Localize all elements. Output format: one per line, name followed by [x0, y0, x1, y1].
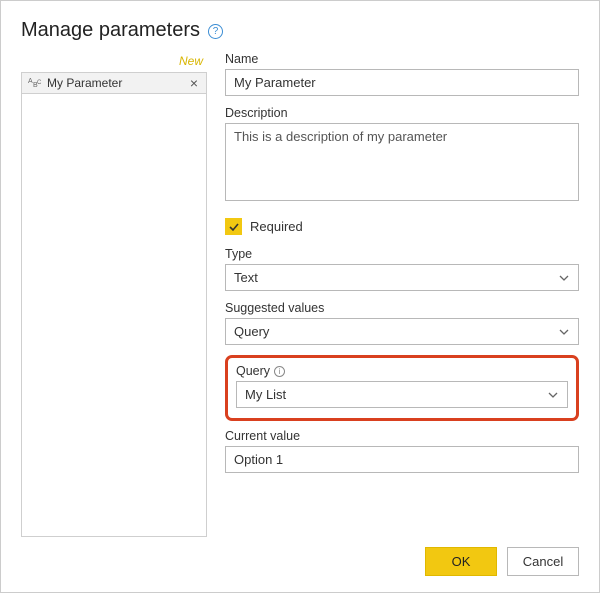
svg-text:C: C — [37, 80, 42, 86]
type-select-value: Text — [234, 270, 258, 285]
dialog-footer: OK Cancel — [21, 547, 579, 576]
required-label: Required — [250, 219, 303, 234]
checkmark-icon — [228, 221, 240, 233]
dialog-title: Manage parameters — [21, 19, 200, 42]
required-checkbox[interactable] — [225, 218, 242, 235]
name-input[interactable] — [225, 69, 579, 96]
parameter-type-icon: A B C — [28, 76, 42, 90]
type-label: Type — [225, 247, 579, 261]
query-label: Query i — [236, 364, 568, 378]
query-highlight: Query i My List — [225, 355, 579, 421]
dialog-header: Manage parameters ? — [21, 19, 579, 42]
parameter-list-item[interactable]: A B C My Parameter × — [22, 72, 206, 94]
new-parameter-link[interactable]: New — [21, 52, 207, 72]
description-label: Description — [225, 106, 579, 120]
query-select-value: My List — [245, 387, 286, 402]
info-icon[interactable]: i — [274, 366, 285, 377]
description-input[interactable]: This is a description of my parameter — [225, 123, 579, 201]
chevron-down-icon — [558, 272, 570, 284]
description-field: Description This is a description of my … — [225, 106, 579, 204]
chevron-down-icon — [558, 326, 570, 338]
suggested-values-select[interactable]: Query — [225, 318, 579, 345]
type-select[interactable]: Text — [225, 264, 579, 291]
current-value-label: Current value — [225, 429, 579, 443]
chevron-down-icon — [547, 389, 559, 401]
parameter-list: A B C My Parameter × — [21, 72, 207, 537]
query-select[interactable]: My List — [236, 381, 568, 408]
help-icon[interactable]: ? — [208, 24, 223, 39]
name-label: Name — [225, 52, 579, 66]
parameter-item-label: My Parameter — [47, 76, 183, 90]
ok-button[interactable]: OK — [425, 547, 497, 576]
current-value-input[interactable] — [225, 446, 579, 473]
parameter-form: Name Description This is a description o… — [225, 52, 579, 537]
manage-parameters-dialog: Manage parameters ? New A B C My Paramet… — [0, 0, 600, 593]
suggested-values-label: Suggested values — [225, 301, 579, 315]
type-field: Type Text — [225, 247, 579, 291]
required-field: Required — [225, 218, 579, 235]
cancel-button[interactable]: Cancel — [507, 547, 579, 576]
remove-parameter-icon[interactable]: × — [188, 76, 200, 90]
current-value-field: Current value — [225, 429, 579, 473]
suggested-values-select-value: Query — [234, 324, 269, 339]
query-field: Query i My List — [236, 364, 568, 408]
name-field: Name — [225, 52, 579, 96]
suggested-values-field: Suggested values Query — [225, 301, 579, 345]
parameter-sidebar: New A B C My Parameter × — [21, 52, 207, 537]
